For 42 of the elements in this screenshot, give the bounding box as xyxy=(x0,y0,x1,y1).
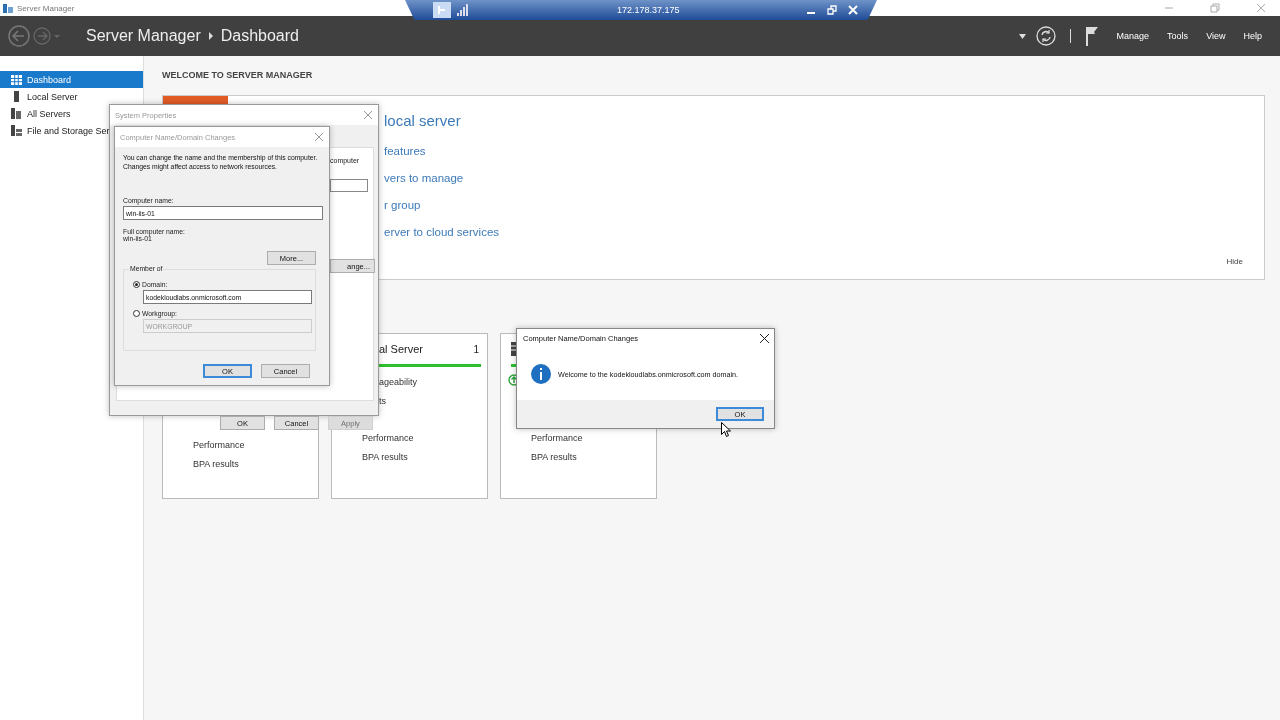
panel-title: local server xyxy=(384,112,461,129)
signal-icon xyxy=(457,4,469,16)
separator-icon xyxy=(207,32,214,40)
tile-item[interactable]: Performance xyxy=(193,436,245,455)
task-link[interactable]: r group xyxy=(384,192,421,219)
quick-start-tile xyxy=(163,96,228,104)
tile-item[interactable]: BPA results xyxy=(193,454,239,474)
tile-title[interactable]: al Server xyxy=(379,343,424,355)
app-icon xyxy=(3,3,13,13)
close-icon[interactable] xyxy=(760,334,769,343)
flag-icon[interactable] xyxy=(1084,26,1099,46)
menu-item[interactable]: Manage xyxy=(1116,31,1150,41)
info-icon xyxy=(531,364,551,384)
server-icon xyxy=(11,91,22,102)
tile-item[interactable]: BPA results xyxy=(531,447,577,467)
tile-item[interactable]: Performance xyxy=(362,429,414,448)
caret-icon[interactable] xyxy=(1018,33,1026,39)
breadcrumb-item[interactable]: Server Manager xyxy=(86,27,201,45)
sidebar-item[interactable]: Local Server xyxy=(0,88,143,105)
task-link[interactable]: features xyxy=(384,138,426,165)
text-field[interactable] xyxy=(330,179,368,192)
grid-icon xyxy=(11,74,22,85)
task-link[interactable]: vers to manage xyxy=(384,165,464,192)
sidebar-item[interactable]: Dashboard xyxy=(0,71,143,88)
menu-item[interactable]: Help xyxy=(1243,31,1262,41)
tile-item[interactable]: ts xyxy=(379,391,386,411)
window-title: Server Manager xyxy=(17,3,75,13)
tile-item[interactable]: ageability xyxy=(379,373,418,392)
menu-item[interactable]: Tools xyxy=(1167,31,1189,41)
section-heading: WELCOME TO SERVER MANAGER xyxy=(162,70,314,82)
task-link[interactable]: erver to cloud services xyxy=(384,219,500,246)
storage-icon xyxy=(11,125,22,136)
menu-item[interactable]: View xyxy=(1206,31,1226,41)
servers-icon xyxy=(11,108,22,119)
connection-address: 172.178.37.175 xyxy=(617,5,680,15)
breadcrumb-item[interactable]: Dashboard xyxy=(220,27,299,45)
refresh-icon[interactable] xyxy=(1035,26,1056,46)
tile-item[interactable]: Performance xyxy=(531,429,583,448)
back-forward-icon[interactable] xyxy=(8,24,60,48)
tile-count: 1 xyxy=(473,343,479,355)
tile-item[interactable]: BPA results xyxy=(362,447,408,467)
hide-link[interactable]: Hide xyxy=(1226,257,1243,266)
